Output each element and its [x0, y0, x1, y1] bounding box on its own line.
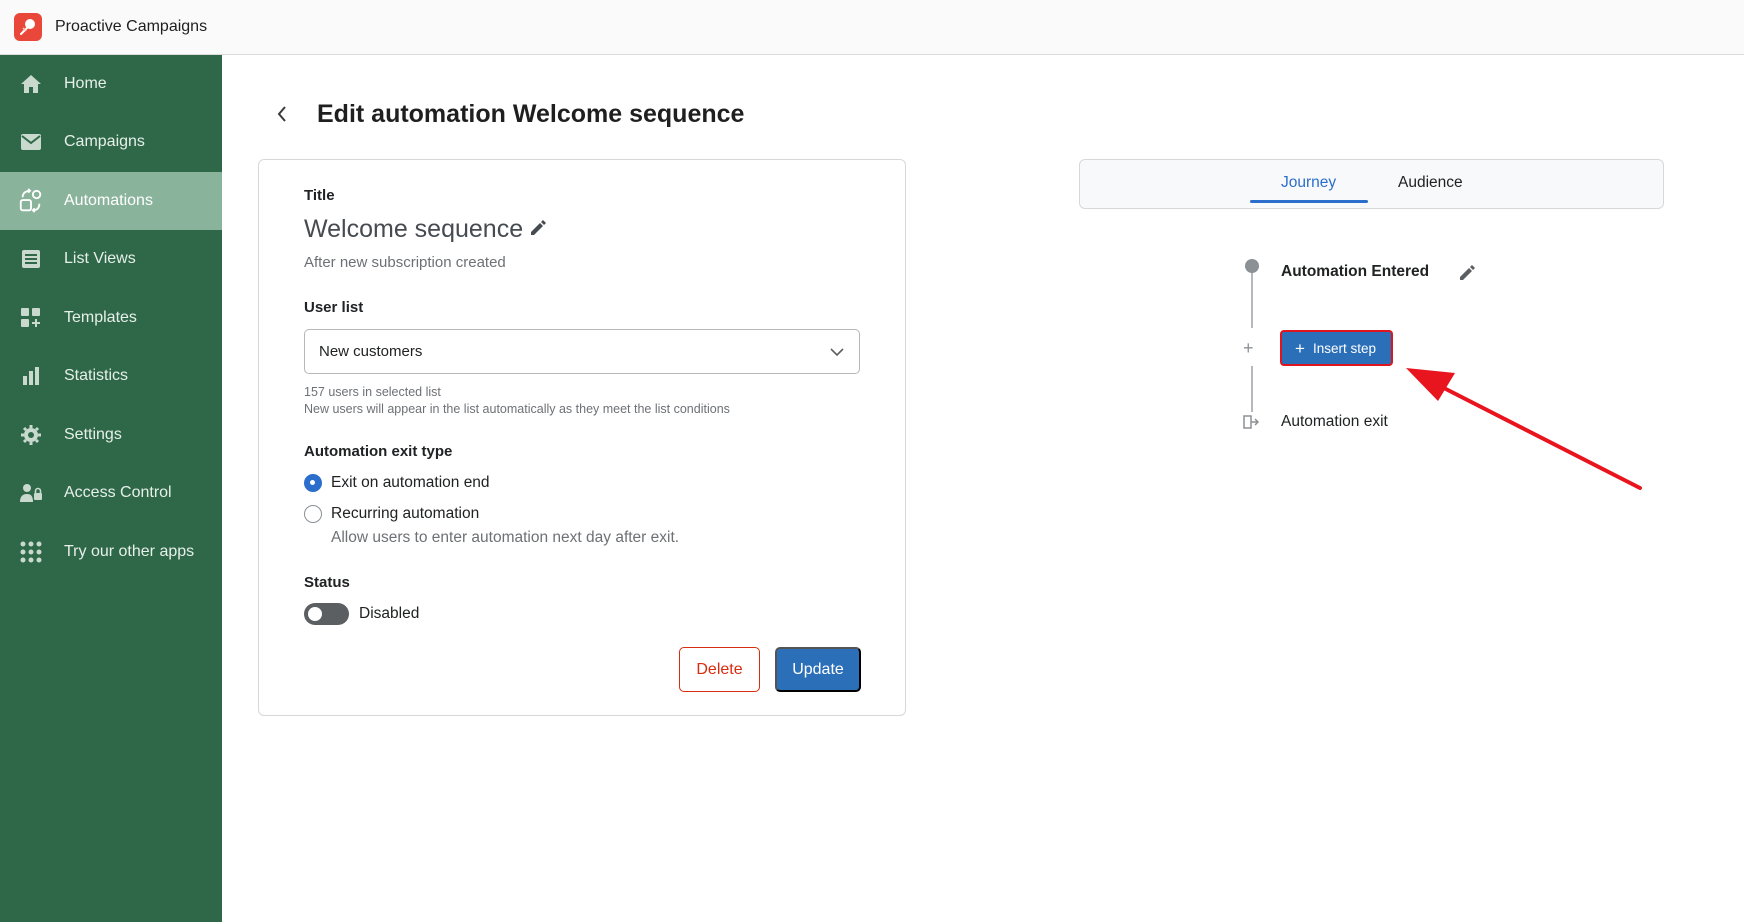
automation-entered-label: Automation Entered — [1281, 263, 1430, 280]
journey-connector — [1251, 366, 1253, 412]
templates-icon — [18, 305, 44, 331]
sidebar-item-label: Automations — [64, 192, 153, 209]
page-title-prefix: Edit automation — [317, 100, 506, 128]
list-icon — [18, 246, 44, 272]
sidebar-item-other-apps[interactable]: Try our other apps — [0, 523, 222, 581]
sidebar-item-access-control[interactable]: Access Control — [0, 464, 222, 522]
tab-audience[interactable]: Audience — [1398, 174, 1463, 192]
insert-step-label: Insert step — [1312, 340, 1376, 356]
page-title: Edit automation Welcome sequence — [317, 100, 744, 129]
user-list-value: New customers — [319, 343, 423, 360]
radio-selected[interactable] — [304, 474, 322, 492]
automation-settings-card: Title Welcome sequence After new subscri… — [258, 159, 906, 716]
pencil-icon — [1460, 265, 1475, 280]
app-title: Proactive Campaigns — [55, 18, 208, 35]
status-label: Status — [304, 574, 350, 591]
pencil-icon — [531, 220, 546, 235]
edit-entry-button[interactable] — [1455, 261, 1479, 285]
journey-start-dot — [1245, 259, 1259, 273]
recurring-radio[interactable]: Recurring automation — [304, 505, 479, 523]
user-list-select[interactable]: New customers — [304, 329, 860, 374]
exit-type-label: Automation exit type — [304, 443, 453, 460]
user-count-text: 157 users in selected list — [304, 385, 441, 399]
sidebar-item-label: Access Control — [64, 484, 172, 501]
user-list-label: User list — [304, 299, 364, 316]
trigger-text: After new subscription created — [304, 254, 506, 271]
sidebar-item-label: Campaigns — [64, 133, 145, 150]
sidebar-item-label: Home — [64, 75, 107, 92]
sidebar-item-home[interactable]: Home — [0, 55, 222, 113]
active-tab-indicator — [1250, 200, 1368, 203]
sidebar-item-statistics[interactable]: Statistics — [0, 347, 222, 405]
add-step-plus-icon[interactable]: + — [1243, 338, 1254, 359]
status-value: Disabled — [359, 605, 420, 622]
sidebar-item-label: Templates — [64, 309, 137, 326]
status-toggle[interactable] — [304, 603, 349, 625]
automation-exit-label: Automation exit — [1281, 413, 1388, 430]
journey-connector — [1251, 272, 1253, 328]
top-bar: Proactive Campaigns — [0, 0, 1744, 55]
edit-title-button[interactable] — [526, 216, 550, 240]
insert-step-button[interactable]: + Insert step — [1280, 330, 1393, 366]
sidebar-item-label: Statistics — [64, 367, 129, 384]
radio-label: Exit on automation end — [331, 474, 490, 491]
automation-icon — [18, 188, 44, 214]
update-button[interactable]: Update — [775, 647, 861, 692]
apps-grid-icon — [18, 539, 44, 565]
sidebar-item-label: Try our other apps — [64, 543, 195, 560]
toggle-knob — [308, 607, 322, 621]
sidebar-item-campaigns[interactable]: Campaigns — [0, 113, 222, 171]
chevron-down-icon — [830, 348, 844, 357]
radio-label: Recurring automation — [331, 505, 480, 522]
sidebar-item-list-views[interactable]: List Views — [0, 230, 222, 288]
chevron-left-icon — [277, 106, 286, 122]
user-list-help: New users will appear in the list automa… — [304, 402, 730, 416]
sidebar-item-settings[interactable]: Settings — [0, 406, 222, 464]
exit-icon — [1243, 415, 1260, 429]
rocket-icon — [14, 13, 42, 41]
sidebar-item-label: Settings — [64, 426, 122, 443]
mail-icon — [18, 129, 44, 155]
tab-journey[interactable]: Journey — [1281, 174, 1336, 192]
sidebar-item-label: List Views — [64, 250, 136, 267]
title-label: Title — [304, 187, 335, 204]
bar-chart-icon — [18, 363, 44, 389]
exit-on-end-radio[interactable]: Exit on automation end — [304, 474, 490, 492]
back-button[interactable] — [272, 101, 292, 127]
title-value: Welcome sequence — [304, 215, 524, 243]
user-lock-icon — [18, 480, 44, 506]
recurring-help: Allow users to enter automation next day… — [331, 529, 680, 546]
journey-tabs: Journey Audience — [1079, 159, 1664, 209]
sidebar-item-templates[interactable]: Templates — [0, 289, 222, 347]
automation-name: Welcome sequence — [512, 100, 745, 128]
delete-button[interactable]: Delete — [679, 647, 760, 692]
sidebar: Home Campaigns Automations List Views Te… — [0, 55, 222, 922]
gear-icon — [18, 422, 44, 448]
radio-unselected[interactable] — [304, 505, 322, 523]
sidebar-item-automations[interactable]: Automations — [0, 172, 222, 230]
plus-icon: + — [1295, 338, 1305, 358]
home-icon — [18, 71, 44, 97]
